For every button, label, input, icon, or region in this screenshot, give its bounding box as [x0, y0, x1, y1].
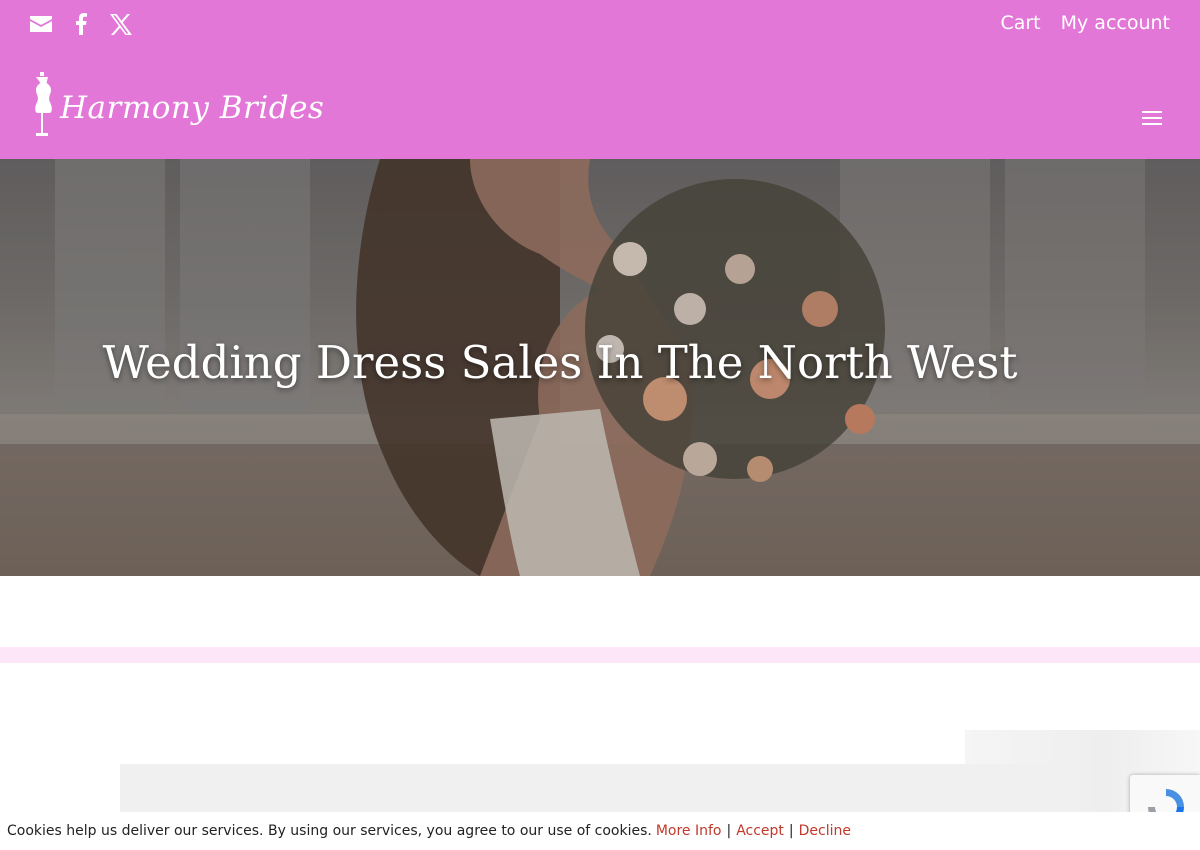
social-links	[30, 12, 132, 36]
logo-text: Harmony Brides	[60, 89, 325, 126]
dress-form-icon	[30, 72, 54, 143]
separator: |	[788, 823, 794, 839]
hero-banner: Wedding Dress Sales In The North West	[0, 159, 1200, 576]
hamburger-icon[interactable]	[1142, 111, 1162, 125]
top-bar: Cart My account	[0, 0, 1200, 50]
x-icon[interactable]	[110, 12, 132, 36]
facebook-icon[interactable]	[70, 12, 92, 36]
accept-link[interactable]: Accept	[736, 823, 784, 839]
logo[interactable]: Harmony Brides	[30, 72, 324, 143]
top-links: Cart My account	[1000, 12, 1170, 34]
cart-link[interactable]: Cart	[1000, 12, 1040, 34]
separator: |	[726, 823, 732, 839]
email-icon[interactable]	[30, 12, 52, 36]
my-account-link[interactable]: My account	[1061, 12, 1170, 34]
decline-link[interactable]: Decline	[799, 823, 851, 839]
section-divider	[0, 647, 1200, 663]
more-info-link[interactable]: More Info	[656, 823, 722, 839]
cookie-bar: Cookies help us deliver our services. By…	[0, 812, 1200, 850]
hero-title: Wedding Dress Sales In The North West	[102, 336, 1018, 389]
main-header: Harmony Brides	[0, 50, 1200, 159]
cookie-message: Cookies help us deliver our services. By…	[7, 823, 652, 839]
